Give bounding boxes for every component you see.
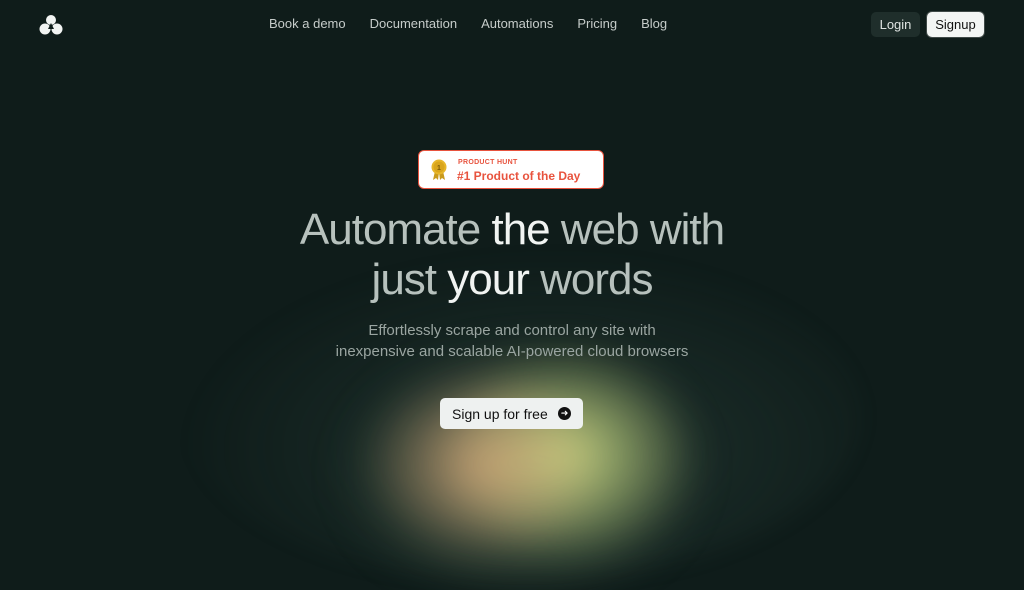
background-glow [300,330,760,590]
nav-link-documentation[interactable]: Documentation [370,16,457,31]
nav-link-blog[interactable]: Blog [641,16,667,31]
badge-label-big: #1 Product of the Day [457,169,581,183]
medal-icon: 1 [431,159,447,180]
badge-label-small: PRODUCT HUNT [458,159,518,166]
signup-button[interactable]: Signup [927,12,984,37]
product-hunt-badge[interactable]: 1 PRODUCT HUNT #1 Product of the Day [418,150,604,189]
hero-headline: Automate the web with just your words [0,205,1024,305]
cta-label: Sign up for free [452,405,548,422]
svg-text:1: 1 [437,165,441,172]
hero-headline-line1: Automate the web with [0,205,1024,255]
signup-free-button[interactable]: Sign up for free ➜ [440,398,583,429]
hero-subtitle-line1: Effortlessly scrape and control any site… [368,322,656,339]
top-navigation: Book a demo Documentation Automations Pr… [0,0,1024,48]
hero-headline-line2: just your words [0,255,1024,305]
login-button[interactable]: Login [871,12,920,37]
nav-link-automations[interactable]: Automations [481,16,553,31]
hero-word: words [528,255,653,304]
nav-link-pricing[interactable]: Pricing [577,16,617,31]
hero-subtitle: Effortlessly scrape and control any site… [0,320,1024,362]
hero-subtitle-line2: inexpensive and scalable AI-powered clou… [335,343,689,360]
hero-word: Automate [299,205,492,254]
nav-link-book-demo[interactable]: Book a demo [269,16,346,31]
hero-word-highlight: the [491,205,550,254]
hero-word-highlight: your [447,255,530,304]
nav-links: Book a demo Documentation Automations Pr… [269,16,667,31]
arrow-right-icon: ➜ [558,407,571,420]
logo-icon[interactable] [39,14,63,36]
hero-word: web with [549,205,725,254]
hero-word: just [371,255,448,304]
